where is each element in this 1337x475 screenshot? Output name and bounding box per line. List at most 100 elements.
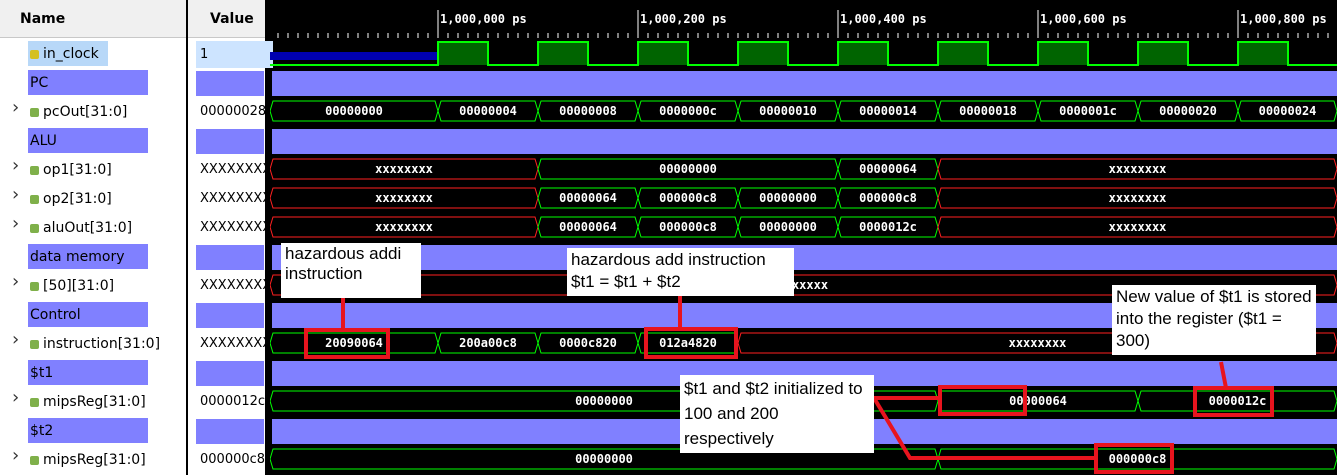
- annotation-addi-text: hazardous addi instruction: [285, 244, 402, 283]
- clock-pre-region: [270, 52, 437, 60]
- divider-row-t1div[interactable]: $t1: [0, 358, 186, 387]
- divider-row-alu[interactable]: ALU: [0, 126, 186, 155]
- value-cell-t1: 0000012c: [200, 394, 265, 409]
- divider-band-pc: [272, 71, 1337, 96]
- row-name-text: pcOut[31:0]: [43, 104, 128, 120]
- row-name-text: instruction[31:0]: [43, 336, 161, 352]
- bus-value-label: xxxxxxxx: [375, 191, 433, 205]
- signal-label: [50][31:0]: [28, 273, 178, 298]
- clock-icon: [30, 50, 39, 59]
- value-cell-op2: XXXXXXXX: [200, 191, 265, 206]
- name-column-header[interactable]: Name: [0, 0, 186, 38]
- value-cell-t2: 000000c8: [200, 452, 265, 467]
- bus-icon: [30, 282, 39, 291]
- divider-row-control[interactable]: Control: [0, 300, 186, 329]
- signal-row-pcOut[interactable]: › pcOut[31:0]: [0, 97, 186, 126]
- bus-value-label: 0000001c: [1059, 104, 1117, 118]
- signal-row-in_clock[interactable]: in_clock: [0, 39, 186, 68]
- expand-chevron-icon[interactable]: ›: [12, 182, 19, 208]
- bus-value-label: 200a00c8: [459, 336, 517, 350]
- ruler-label: 1,000,000 ps: [440, 12, 527, 26]
- bus-value-label: xxxxxxxx: [375, 162, 433, 176]
- bus-value-label: 0000000c: [659, 104, 717, 118]
- row-name-text: $t1: [30, 365, 54, 381]
- bus-value-label: 00000004: [459, 104, 517, 118]
- signal-label: op2[31:0]: [28, 186, 178, 211]
- signal-row-op1[interactable]: › op1[31:0]: [0, 155, 186, 184]
- bus-wave-op2[interactable]: xxxxxxxx 00000064 000000c8 00000000 000000c8…: [270, 187, 1337, 209]
- clock-high-pulse: [1138, 42, 1188, 65]
- value-cell-control: [196, 303, 264, 328]
- ruler-label: 1,000,200 ps: [640, 12, 727, 26]
- bus-value-label: xxxxxxxx: [1109, 162, 1167, 176]
- annotation-add-line1: hazardous add instruction: [571, 250, 766, 269]
- row-name-text: op2[31:0]: [43, 191, 112, 207]
- signal-label: pcOut[31:0]: [28, 99, 178, 124]
- value-cell-pc: [196, 71, 264, 96]
- bus-value-label: 00000064: [559, 220, 617, 234]
- signal-label: in_clock: [28, 41, 108, 66]
- value-cell-mem50: XXXXXXXX: [200, 278, 265, 293]
- value-cell-in_clock: 1: [196, 41, 273, 68]
- row-name-text: mipsReg[31:0]: [43, 452, 146, 468]
- time-ruler[interactable]: [270, 0, 1337, 38]
- expand-chevron-icon[interactable]: ›: [12, 443, 19, 469]
- expand-chevron-icon[interactable]: ›: [12, 269, 19, 295]
- bus-value-label: 012a4820: [659, 336, 717, 350]
- bus-value-label: 00000064: [559, 191, 617, 205]
- divider-label: ALU: [28, 128, 148, 153]
- bus-value-label: 00000000: [759, 191, 817, 205]
- row-name-text: [50][31:0]: [43, 278, 115, 294]
- expand-chevron-icon[interactable]: ›: [12, 327, 19, 353]
- bus-value-label: 00000010: [759, 104, 817, 118]
- bus-value-label: 00000064: [1009, 394, 1067, 408]
- row-name-text: ALU: [30, 133, 57, 149]
- bus-value-label: xxxxxxxx: [1109, 191, 1167, 205]
- bus-value-label: xxxxx: [792, 278, 828, 292]
- divider-row-datamem[interactable]: data memory: [0, 242, 186, 271]
- bus-wave-op1[interactable]: xxxxxxxx 00000000 00000064 xxxxxxxx: [270, 158, 1337, 180]
- row-name-text: Control: [30, 307, 81, 323]
- bus-value-label: 00000000: [575, 394, 633, 408]
- bus-value-label: 000000c8: [659, 220, 717, 234]
- divider-band-datamem: [272, 245, 1337, 270]
- bus-value-label: xxxxxxxx: [375, 220, 433, 234]
- annotation-addi: hazardous addi instruction: [281, 243, 421, 298]
- bus-wave-pcOut[interactable]: 00000000 00000004 00000008 0000000c 00000010…: [270, 100, 1337, 122]
- bus-value-label: xxxxxxxx: [1109, 220, 1167, 234]
- row-name-text: mipsReg[31:0]: [43, 394, 146, 410]
- signal-row-instruction[interactable]: › instruction[31:0]: [0, 329, 186, 358]
- bus-value-label: 00000020: [1159, 104, 1217, 118]
- ruler-label: 1,000,800 ps: [1240, 12, 1327, 26]
- signal-row-t2[interactable]: › mipsReg[31:0]: [0, 445, 186, 474]
- expand-chevron-icon[interactable]: ›: [12, 95, 19, 121]
- bus-icon: [30, 456, 39, 465]
- expand-chevron-icon[interactable]: ›: [12, 385, 19, 411]
- annotation-add-line2: $t1 = $t1 + $t2: [571, 272, 681, 291]
- value-cell-op1: XXXXXXXX: [200, 162, 265, 177]
- divider-label: Control: [28, 302, 148, 327]
- bus-value-label: 0000012c: [859, 220, 917, 234]
- bus-value-label: 00000000: [759, 220, 817, 234]
- divider-label: data memory: [28, 244, 148, 269]
- bus-value-label: 00000000: [659, 162, 717, 176]
- bus-wave-aluOut[interactable]: xxxxxxxx 00000064 000000c8 00000000 0000012c…: [270, 216, 1337, 238]
- bus-icon: [30, 398, 39, 407]
- signal-row-mem50[interactable]: › [50][31:0]: [0, 271, 186, 300]
- bus-icon: [30, 108, 39, 117]
- expand-chevron-icon[interactable]: ›: [12, 211, 19, 237]
- clock-high-pulse: [1238, 42, 1288, 65]
- signal-row-op2[interactable]: › op2[31:0]: [0, 184, 186, 213]
- bus-value-label: 00000008: [559, 104, 617, 118]
- expand-chevron-icon[interactable]: ›: [12, 153, 19, 179]
- signal-row-t1[interactable]: › mipsReg[31:0]: [0, 387, 186, 416]
- row-name-text: aluOut[31:0]: [43, 220, 133, 236]
- divider-row-pc[interactable]: PC: [0, 68, 186, 97]
- signal-row-aluOut[interactable]: › aluOut[31:0]: [0, 213, 186, 242]
- value-cell-t2div: [196, 419, 264, 444]
- value-column-header[interactable]: Value: [188, 0, 265, 38]
- bus-value-label: 00000024: [1259, 104, 1317, 118]
- annotation-add: hazardous add instruction $t1 = $t1 + $t2: [567, 248, 794, 296]
- divider-row-t2div[interactable]: $t2: [0, 416, 186, 445]
- bus-value-label: 20090064: [325, 336, 383, 350]
